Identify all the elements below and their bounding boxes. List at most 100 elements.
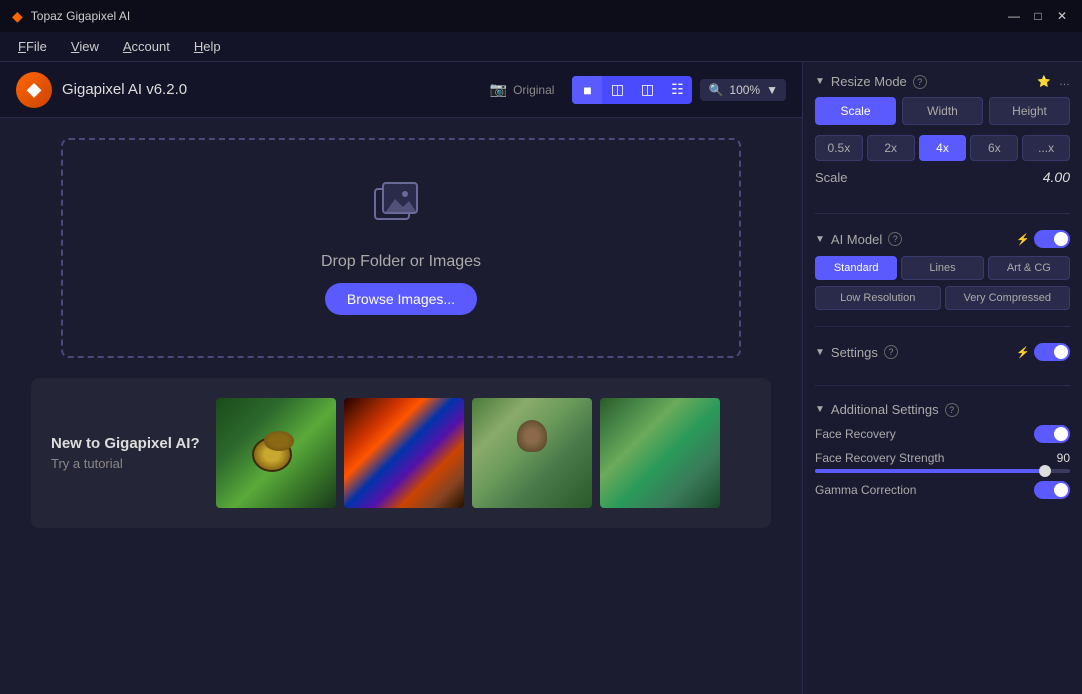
low-resolution-button[interactable]: Low Resolution: [815, 286, 941, 310]
view-quad-button[interactable]: ☷: [662, 76, 692, 104]
view-mode-buttons: ■ ◫ ◫ ☷: [572, 76, 692, 104]
additional-settings-section: ▼ Additional Settings ? Face Recovery Fa…: [815, 402, 1070, 507]
very-compressed-button[interactable]: Very Compressed: [945, 286, 1071, 310]
height-mode-button[interactable]: Height: [989, 97, 1070, 125]
additional-settings-label: Additional Settings: [831, 402, 939, 417]
scale-2x-button[interactable]: 2x: [867, 135, 915, 161]
divider-2: [815, 326, 1070, 327]
additional-settings-header: ▼ Additional Settings ?: [815, 402, 1070, 417]
zoom-dropdown-icon: ▼: [766, 83, 778, 97]
original-button[interactable]: 📷 Original: [480, 76, 565, 103]
additional-settings-help[interactable]: ?: [945, 403, 959, 417]
app-title: Gigapixel AI v6.2.0: [62, 81, 187, 98]
scale-custom-button[interactable]: ...x: [1022, 135, 1070, 161]
ai-model-section: ▼ AI Model ? ⚡ Standard Lines Art & CG L…: [815, 230, 1070, 310]
scale-05x-button[interactable]: 0.5x: [815, 135, 863, 161]
resize-mode-header: ▼ Resize Mode ? ⭐ …: [815, 74, 1070, 89]
face-recovery-strength-row: Face Recovery Strength 90: [815, 451, 1070, 473]
scale-6x-button[interactable]: 6x: [970, 135, 1018, 161]
window-controls: — □ ✕: [1006, 8, 1070, 24]
scale-value: 4.00: [1043, 169, 1070, 185]
drop-zone[interactable]: Drop Folder or Images Browse Images...: [61, 138, 741, 358]
settings-collapse-arrow: ▼: [815, 347, 825, 358]
resize-collapse-arrow: ▼: [815, 76, 825, 87]
menu-account[interactable]: Account: [113, 35, 180, 58]
scale-buttons: 0.5x 2x 4x 6x ...x: [815, 135, 1070, 161]
title-text: Topaz Gigapixel AI: [31, 9, 998, 23]
menu-file[interactable]: FFile: [8, 35, 57, 58]
main-content: Drop Folder or Images Browse Images... N…: [0, 118, 802, 694]
app-container: ◆ Gigapixel AI v6.2.0 📷 Original ■ ◫ ◫ ☷…: [0, 62, 1082, 694]
tutorial-subtext: Try a tutorial: [51, 456, 200, 471]
scale-value-row: Scale 4.00: [815, 169, 1070, 185]
face-recovery-strength-label: Face Recovery Strength: [815, 451, 944, 465]
face-recovery-slider-track[interactable]: [815, 469, 1070, 473]
artcg-model-button[interactable]: Art & CG: [988, 256, 1070, 280]
resize-mode-label: Resize Mode: [831, 74, 907, 89]
app-header: ◆ Gigapixel AI v6.2.0 📷 Original ■ ◫ ◫ ☷…: [0, 62, 802, 118]
ai-model-buttons: Standard Lines Art & CG: [815, 256, 1070, 280]
face-recovery-toggle[interactable]: [1034, 425, 1070, 443]
tutorial-image-brushes[interactable]: [344, 398, 464, 508]
tutorial-section: New to Gigapixel AI? Try a tutorial: [31, 378, 771, 528]
width-mode-button[interactable]: Width: [902, 97, 983, 125]
right-panel: ▼ Resize Mode ? ⭐ … Scale Width Height 0…: [802, 62, 1082, 694]
gamma-correction-toggle[interactable]: [1034, 481, 1070, 499]
browse-images-button[interactable]: Browse Images...: [325, 283, 477, 315]
ai-model-toggle-switch[interactable]: [1034, 230, 1070, 248]
view-split-v-button[interactable]: ◫: [632, 76, 662, 104]
divider-1: [815, 213, 1070, 214]
view-split-h-button[interactable]: ◫: [602, 76, 632, 104]
close-button[interactable]: ✕: [1054, 8, 1070, 24]
scale-4x-button[interactable]: 4x: [919, 135, 967, 161]
menu-bar: FFile View Account Help: [0, 32, 1082, 62]
slider-header: Face Recovery Strength 90: [815, 451, 1070, 465]
ai-model-buttons-row2: Low Resolution Very Compressed: [815, 286, 1070, 310]
divider-3: [815, 385, 1070, 386]
drop-icon: [373, 181, 429, 241]
scale-mode-button[interactable]: Scale: [815, 97, 896, 125]
settings-header: ▼ Settings ? ⚡: [815, 343, 1070, 361]
standard-model-button[interactable]: Standard: [815, 256, 897, 280]
lines-model-button[interactable]: Lines: [901, 256, 983, 280]
left-panel: ◆ Gigapixel AI v6.2.0 📷 Original ■ ◫ ◫ ☷…: [0, 62, 802, 694]
resize-mode-section: ▼ Resize Mode ? ⭐ … Scale Width Height 0…: [815, 74, 1070, 197]
settings-label: Settings: [831, 345, 878, 360]
tutorial-image-butterfly[interactable]: [600, 398, 720, 508]
ai-model-help[interactable]: ?: [888, 232, 902, 246]
menu-help[interactable]: Help: [184, 35, 231, 58]
zoom-icon: 🔍: [708, 83, 723, 97]
camera-icon: 📷: [490, 81, 507, 98]
tutorial-image-lizard[interactable]: [216, 398, 336, 508]
ai-model-label: AI Model: [831, 232, 882, 247]
face-recovery-label: Face Recovery: [815, 427, 896, 441]
tutorial-images: [216, 398, 751, 508]
resize-fav-icon: ⭐: [1037, 75, 1051, 88]
ai-model-toggle[interactable]: ⚡: [1016, 230, 1070, 248]
app-logo-area: ◆ Gigapixel AI v6.2.0: [16, 72, 480, 108]
settings-toggle-switch[interactable]: [1034, 343, 1070, 361]
settings-help[interactable]: ?: [884, 345, 898, 359]
settings-toggle[interactable]: ⚡: [1016, 343, 1070, 361]
additional-collapse-arrow: ▼: [815, 404, 825, 415]
menu-view[interactable]: View: [61, 35, 109, 58]
resize-mode-help[interactable]: ?: [913, 75, 927, 89]
face-recovery-slider-fill: [815, 469, 1045, 473]
tutorial-heading: New to Gigapixel AI?: [51, 435, 200, 452]
maximize-button[interactable]: □: [1030, 8, 1046, 24]
gamma-correction-row: Gamma Correction: [815, 481, 1070, 499]
settings-section: ▼ Settings ? ⚡: [815, 343, 1070, 369]
app-logo: ◆: [16, 72, 52, 108]
settings-lightning-icon: ⚡: [1016, 346, 1030, 359]
resize-mode-buttons: Scale Width Height: [815, 97, 1070, 125]
zoom-control[interactable]: 🔍 100% ▼: [700, 79, 786, 101]
resize-extra-label: …: [1059, 76, 1070, 88]
ai-model-header: ▼ AI Model ? ⚡: [815, 230, 1070, 248]
gamma-correction-label: Gamma Correction: [815, 483, 916, 497]
ai-lightning-icon: ⚡: [1016, 233, 1030, 246]
face-recovery-slider-thumb: [1039, 465, 1051, 477]
logo-icon: ◆: [27, 79, 41, 100]
tutorial-image-owl[interactable]: [472, 398, 592, 508]
minimize-button[interactable]: —: [1006, 8, 1022, 24]
view-single-button[interactable]: ■: [572, 76, 602, 104]
